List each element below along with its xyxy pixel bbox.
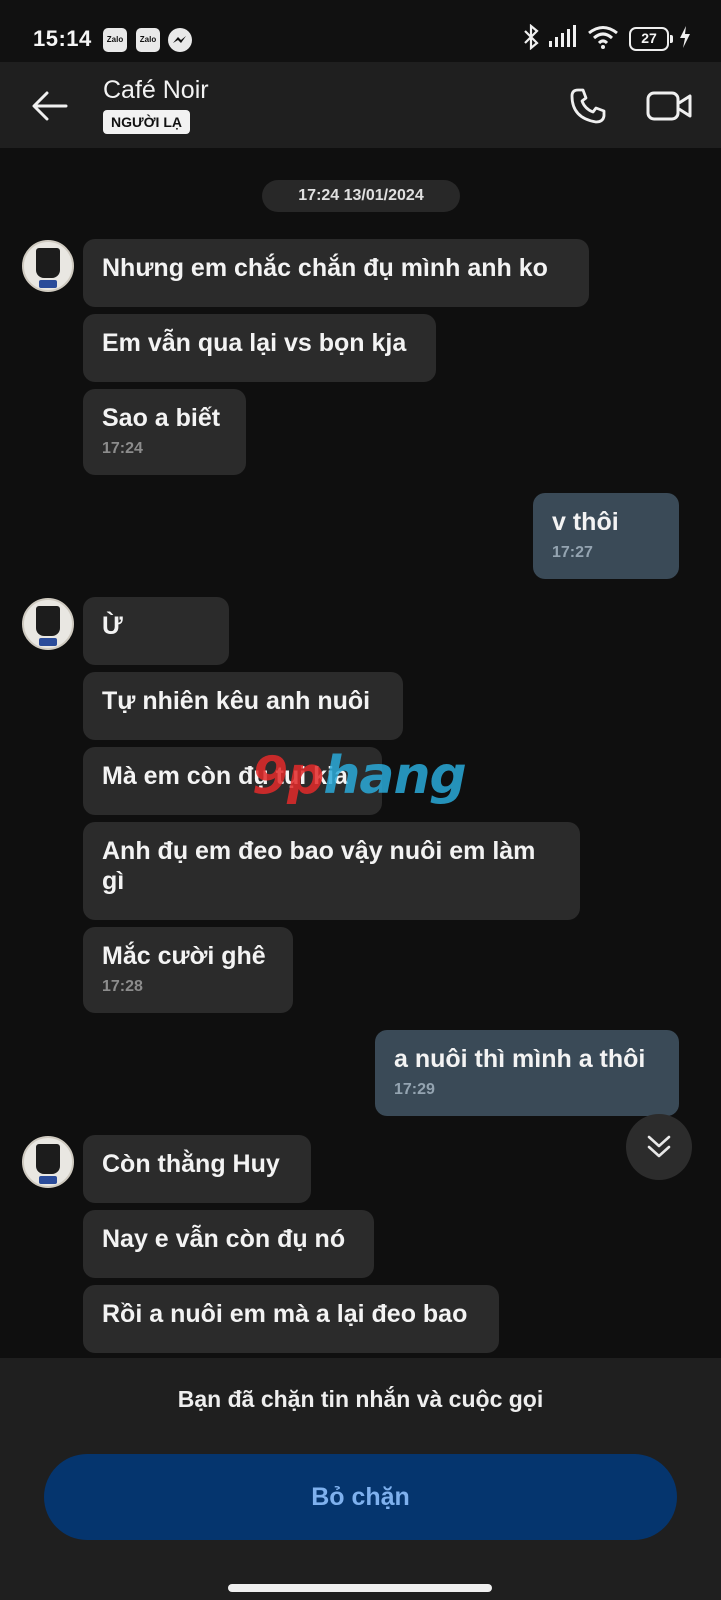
zalo-icon: Zalo xyxy=(136,28,160,52)
message-text: Em vẫn qua lại vs bọn kja xyxy=(102,329,407,357)
bluetooth-icon xyxy=(523,23,539,55)
message-text: Nay e vẫn còn đụ nó xyxy=(102,1225,346,1253)
wifi-icon xyxy=(587,25,619,54)
double-chevron-down-icon xyxy=(647,1135,671,1158)
message-time: 17:29 xyxy=(394,1081,435,1098)
chat-header: Café Noir NGƯỜI LẠ xyxy=(0,62,721,148)
phone-icon xyxy=(570,88,606,124)
zalo-icon: Zalo xyxy=(103,28,127,52)
messenger-icon xyxy=(168,28,192,52)
home-indicator[interactable] xyxy=(228,1584,492,1592)
contact-name[interactable]: Café Noir xyxy=(103,76,209,105)
message-bubble[interactable]: Còn thằng Huy xyxy=(83,1135,311,1203)
message-text: Còn thằng Huy xyxy=(102,1150,280,1178)
back-button[interactable] xyxy=(28,84,72,128)
status-icons: 27 xyxy=(523,23,691,55)
message-text: Rồi a nuôi em mà a lại đeo bao xyxy=(102,1300,468,1328)
message-bubble[interactable]: Nay e vẫn còn đụ nó xyxy=(83,1210,374,1278)
message-text: Tự nhiên kêu anh nuôi xyxy=(102,687,371,715)
message-text: Sao a biết xyxy=(102,404,221,432)
message-bubble[interactable]: Nhưng em chắc chắn đụ mình anh ko xyxy=(83,239,589,307)
message-bubble[interactable]: Rồi a nuôi em mà a lại đeo bao xyxy=(83,1285,499,1353)
video-call-button[interactable] xyxy=(644,84,694,128)
message-bubble[interactable]: Sao a biết 17:24 xyxy=(83,389,246,475)
arrow-left-icon xyxy=(32,91,68,121)
message-bubble[interactable]: Em vẫn qua lại vs bọn kja xyxy=(83,314,436,382)
message-bubble-sent[interactable]: a nuôi thì mình a thôi 17:29 xyxy=(375,1030,679,1116)
message-text: Mắc cười ghê xyxy=(102,942,266,970)
voice-call-button[interactable] xyxy=(566,84,610,128)
coffee-cup-icon xyxy=(36,1144,60,1174)
contact-avatar[interactable] xyxy=(22,598,74,650)
charging-icon xyxy=(679,25,691,53)
signal-icon xyxy=(549,24,577,54)
stranger-badge: NGƯỜI LẠ xyxy=(103,110,190,134)
coffee-cup-icon xyxy=(36,606,60,636)
message-text: Nhưng em chắc chắn đụ mình anh ko xyxy=(102,254,548,282)
video-camera-icon xyxy=(646,91,692,121)
scroll-to-bottom-button[interactable] xyxy=(626,1114,692,1180)
message-bubble-sent[interactable]: v thôi 17:27 xyxy=(533,493,679,579)
blocked-panel: Bạn đã chặn tin nhắn và cuộc gọi Bỏ chặn xyxy=(0,1358,721,1600)
message-time: 17:28 xyxy=(102,978,143,995)
message-list[interactable]: 17:24 13/01/2024 Nhưng em chắc chắn đụ m… xyxy=(0,148,721,1358)
message-bubble[interactable]: Mắc cười ghê 17:28 xyxy=(83,927,293,1013)
status-time: 15:14 xyxy=(33,26,92,51)
date-separator: 17:24 13/01/2024 xyxy=(262,180,460,212)
message-text: Ừ xyxy=(102,612,123,640)
message-bubble[interactable]: Tự nhiên kêu anh nuôi xyxy=(83,672,403,740)
battery-icon: 27 xyxy=(629,27,673,51)
status-bar: 15:14 Zalo Zalo 27 xyxy=(0,0,721,62)
message-time: 17:24 xyxy=(102,440,143,457)
message-text: a nuôi thì mình a thôi xyxy=(394,1045,646,1073)
message-bubble[interactable]: Ừ xyxy=(83,597,229,665)
message-text: v thôi xyxy=(552,508,619,536)
message-text: Anh đụ em đeo bao vậy nuôi em làm gì xyxy=(102,837,536,895)
message-time: 17:27 xyxy=(552,544,593,561)
blocked-notice: Bạn đã chặn tin nhắn và cuộc gọi xyxy=(177,1386,544,1412)
coffee-cup-icon xyxy=(36,248,60,278)
contact-avatar[interactable] xyxy=(22,240,74,292)
contact-avatar[interactable] xyxy=(22,1136,74,1188)
watermark: 9phang xyxy=(252,746,467,806)
message-bubble[interactable]: Anh đụ em đeo bao vậy nuôi em làm gì xyxy=(83,822,580,920)
unblock-button[interactable]: Bỏ chặn xyxy=(44,1454,677,1540)
